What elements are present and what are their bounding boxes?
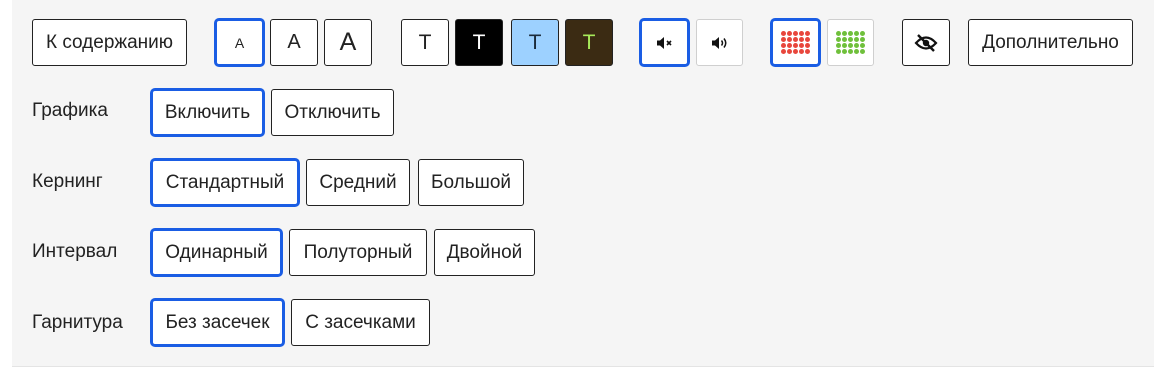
typeface-sans-label: Без засечек xyxy=(165,311,270,333)
sound-on-button[interactable] xyxy=(696,19,743,66)
kerning-medium-label: Средний xyxy=(319,171,397,193)
interval-double-label: Двойной xyxy=(446,241,523,263)
speaker-mute-icon xyxy=(656,36,674,50)
speaker-volume-icon xyxy=(711,36,729,50)
graphics-label: Графика xyxy=(32,100,108,121)
more-settings-label: Дополнительно xyxy=(982,31,1119,53)
typeface-serif-button[interactable]: С засечками xyxy=(291,299,430,346)
font-size-large-button[interactable]: A xyxy=(324,19,372,66)
typeface-label: Гарнитура xyxy=(32,312,123,333)
skip-to-content-label: К содержанию xyxy=(45,31,174,53)
graphics-off-label: Отключить xyxy=(284,101,381,123)
font-size-small-button[interactable]: A xyxy=(214,18,265,67)
interval-one-half-button[interactable]: Полуторный xyxy=(289,229,427,276)
theme-brown-label: T xyxy=(582,30,596,54)
interval-single-label: Одинарный xyxy=(165,241,268,263)
typeface-serif-label: С засечками xyxy=(305,311,416,333)
theme-white-button[interactable]: T xyxy=(401,19,449,66)
theme-brown-button[interactable]: T xyxy=(565,19,613,66)
theme-black-label: T xyxy=(472,30,486,54)
font-size-medium-label: A xyxy=(287,31,301,53)
font-size-small-label: A xyxy=(234,34,245,51)
images-on-button[interactable] xyxy=(827,19,874,66)
theme-black-button[interactable]: T xyxy=(455,19,503,66)
interval-one-half-label: Полуторный xyxy=(303,241,413,263)
font-size-large-label: A xyxy=(339,28,357,56)
graphics-off-button[interactable]: Отключить xyxy=(271,89,394,136)
kerning-label: Кернинг xyxy=(32,171,103,192)
kerning-standard-button[interactable]: Стандартный xyxy=(150,158,300,207)
kerning-medium-button[interactable]: Средний xyxy=(306,159,410,206)
theme-blue-button[interactable]: T xyxy=(511,19,559,66)
interval-label: Интервал xyxy=(32,241,118,262)
font-size-medium-button[interactable]: A xyxy=(270,19,318,66)
sound-off-button[interactable] xyxy=(639,18,690,67)
kerning-standard-label: Стандартный xyxy=(165,171,285,193)
more-settings-button[interactable]: Дополнительно xyxy=(968,19,1133,66)
images-off-icon xyxy=(781,31,810,54)
kerning-large-label: Большой xyxy=(430,171,512,193)
graphics-on-button[interactable]: Включить xyxy=(150,88,265,137)
hide-panel-button[interactable] xyxy=(902,19,950,66)
theme-blue-label: T xyxy=(528,30,542,54)
graphics-on-label: Включить xyxy=(164,101,251,123)
theme-white-label: T xyxy=(418,30,432,54)
images-off-button[interactable] xyxy=(770,18,821,67)
kerning-large-button[interactable]: Большой xyxy=(418,159,524,206)
interval-single-button[interactable]: Одинарный xyxy=(150,228,283,277)
skip-to-content-button[interactable]: К содержанию xyxy=(32,19,187,66)
eye-slash-icon xyxy=(914,33,938,53)
interval-double-button[interactable]: Двойной xyxy=(434,229,535,276)
images-on-icon xyxy=(836,31,865,54)
typeface-sans-button[interactable]: Без засечек xyxy=(150,298,285,347)
